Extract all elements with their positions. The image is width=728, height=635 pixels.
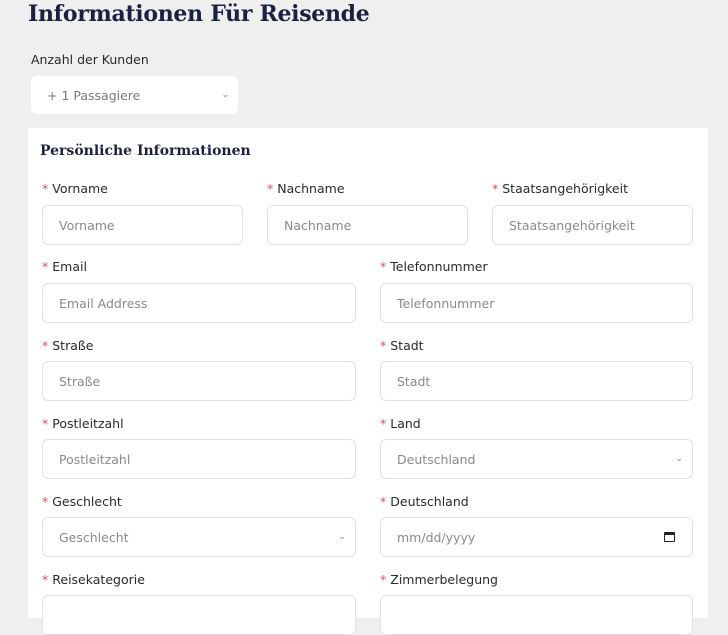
datum-input[interactable]: mm/dd/yyyy <box>380 517 693 557</box>
chevron-down-icon: ⌄ <box>221 90 229 100</box>
nachname-input[interactable]: Nachname <box>267 205 468 245</box>
required-marker: * <box>380 416 387 431</box>
strasse-input[interactable]: Straße <box>42 361 356 401</box>
datum-label: * Deutschland <box>380 494 469 509</box>
required-marker: * <box>380 494 387 509</box>
stadt-label: * Stadt <box>380 338 424 353</box>
required-marker: * <box>492 181 499 196</box>
email-placeholder: Email Address <box>59 295 148 311</box>
zimmerbelegung-select[interactable] <box>380 595 693 635</box>
telefonnummer-input[interactable]: Telefonnummer <box>380 283 693 323</box>
vorname-input[interactable]: Vorname <box>42 205 243 245</box>
calendar-icon[interactable] <box>664 532 675 542</box>
required-marker: * <box>380 338 387 353</box>
staatsangehoerigkeit-placeholder: Staatsangehörigkeit <box>509 217 635 233</box>
vorname-placeholder: Vorname <box>59 217 115 233</box>
geschlecht-select[interactable]: Geschlecht ⌄ <box>42 517 356 557</box>
page-title: Informationen Für Reisende <box>28 1 370 27</box>
land-label: * Land <box>380 416 421 431</box>
required-marker: * <box>42 416 49 431</box>
required-marker: * <box>42 338 49 353</box>
nachname-label: * Nachname <box>267 181 345 196</box>
required-marker: * <box>380 572 387 587</box>
required-marker: * <box>42 572 49 587</box>
strasse-label: * Straße <box>42 338 94 353</box>
land-select[interactable]: Deutschland ⌄ <box>380 439 693 479</box>
staatsangehoerigkeit-input[interactable]: Staatsangehörigkeit <box>492 205 693 245</box>
personal-info-card: Persönliche Informationen * Vorname Vorna… <box>28 128 708 635</box>
customer-count-select[interactable]: + 1 Passagiere ⌄ <box>31 76 238 114</box>
chevron-down-icon: ⌄ <box>338 532 346 542</box>
section-title: Persönliche Informationen <box>40 143 251 159</box>
postleitzahl-input[interactable]: Postleitzahl <box>42 439 356 479</box>
required-marker: * <box>267 181 274 196</box>
postleitzahl-placeholder: Postleitzahl <box>59 451 131 467</box>
email-input[interactable]: Email Address <box>42 283 356 323</box>
chevron-down-icon: ⌄ <box>675 454 683 464</box>
staatsangehoerigkeit-label: * Staatsangehörigkeit <box>492 181 629 196</box>
vorname-label: * Vorname <box>42 181 108 196</box>
geschlecht-value: Geschlecht <box>59 529 129 545</box>
telefonnummer-label: * Telefonnummer <box>380 259 488 274</box>
email-label: * Email <box>42 259 87 274</box>
strasse-placeholder: Straße <box>59 373 101 389</box>
telefonnummer-placeholder: Telefonnummer <box>397 295 495 311</box>
required-marker: * <box>380 259 387 274</box>
land-value: Deutschland <box>397 451 476 467</box>
datum-placeholder: mm/dd/yyyy <box>397 529 476 545</box>
stadt-placeholder: Stadt <box>397 373 431 389</box>
customer-count-value: + 1 Passagiere <box>47 87 141 103</box>
required-marker: * <box>42 494 49 509</box>
nachname-placeholder: Nachname <box>284 217 352 233</box>
required-marker: * <box>42 181 49 196</box>
zimmerbelegung-label: * Zimmerbelegung <box>380 572 498 587</box>
reisekategorie-label: * Reisekategorie <box>42 572 145 587</box>
customer-count-label: Anzahl der Kunden <box>31 52 149 67</box>
reisekategorie-select[interactable] <box>42 595 356 635</box>
stadt-input[interactable]: Stadt <box>380 361 693 401</box>
geschlecht-label: * Geschlecht <box>42 494 122 509</box>
required-marker: * <box>42 259 49 274</box>
postleitzahl-label: * Postleitzahl <box>42 416 124 431</box>
